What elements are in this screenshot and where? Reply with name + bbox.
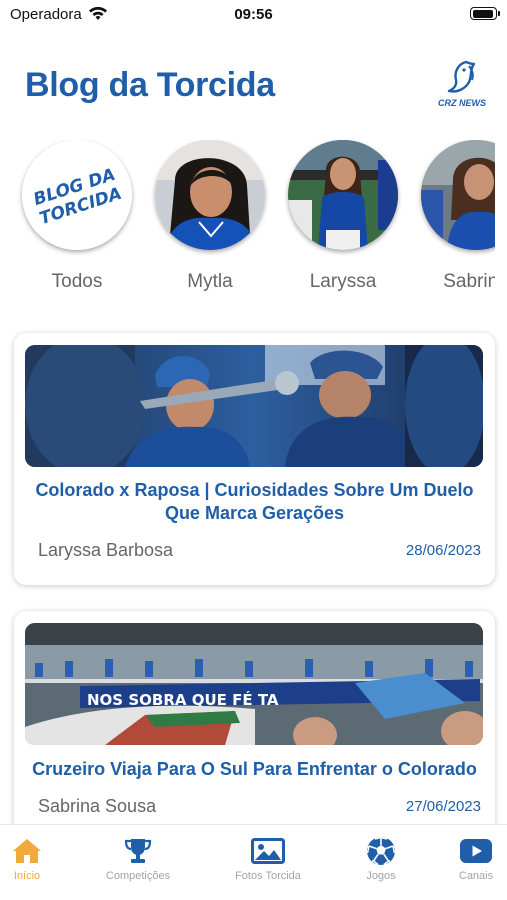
post-author: Sabrina Sousa <box>38 796 157 816</box>
story-sabrina[interactable]: Sabrina <box>420 140 495 293</box>
story-name: Mytla <box>187 271 233 292</box>
avatar <box>288 140 398 250</box>
avatar <box>421 140 495 250</box>
tab-jogos[interactable]: Jogos <box>331 836 431 882</box>
battery-icon <box>470 7 500 20</box>
photo-icon <box>251 838 285 864</box>
post-card[interactable]: NOS SOBRA QUE FÉ TA Cruzeiro Viaja Para … <box>14 611 495 841</box>
tab-label: Jogos <box>366 870 396 882</box>
status-time: 09:56 <box>234 6 273 23</box>
status-bar: Operadora 09:56 <box>0 0 507 28</box>
page-title: Blog da Torcida <box>25 66 275 104</box>
post-title[interactable]: Colorado x Raposa | Curiosidades Sobre U… <box>26 479 483 525</box>
home-icon <box>13 839 41 863</box>
story-name: Sabrina <box>443 271 495 292</box>
trophy-icon <box>124 839 152 863</box>
story-laryssa[interactable]: Laryssa <box>287 140 399 293</box>
crz-news-logo[interactable]: CRZ NEWS <box>436 58 488 108</box>
tab-competicoes[interactable]: Competições <box>88 837 188 882</box>
youtube-icon <box>460 839 492 863</box>
tab-inicio[interactable]: Início <box>0 837 77 882</box>
story-mytla[interactable]: Mytla <box>154 140 266 293</box>
post-card[interactable]: Colorado x Raposa | Curiosidades Sobre U… <box>14 333 495 585</box>
tab-canais[interactable]: Canais <box>426 837 507 882</box>
post-title[interactable]: Cruzeiro Viaja Para O Sul Para Enfrentar… <box>26 758 483 781</box>
post-author: Laryssa Barbosa <box>38 540 174 560</box>
tab-label: Fotos Torcida <box>235 870 301 882</box>
story-name: Todos <box>51 271 103 292</box>
post-image[interactable]: NOS SOBRA QUE FÉ TA <box>25 623 483 745</box>
tab-fotos-torcida[interactable]: Fotos Torcida <box>218 837 318 882</box>
soccer-ball-icon <box>366 836 396 866</box>
fox-logo-icon <box>447 60 476 93</box>
logo-text: CRZ NEWS <box>438 98 486 108</box>
story-todos[interactable]: BLOG DA TORCIDA Todos <box>21 140 133 293</box>
blog-da-torcida-avatar: BLOG DA TORCIDA <box>22 140 132 250</box>
post-image[interactable] <box>25 345 483 467</box>
story-name: Laryssa <box>309 271 377 292</box>
tab-bar: Início Competições Fotos Torcida Jogos C… <box>0 824 507 900</box>
avatar <box>155 140 265 250</box>
post-date: 28/06/2023 <box>405 542 481 559</box>
stories-row[interactable]: BLOG DA TORCIDA Todos Mytla Laryssa Sabr… <box>0 140 495 300</box>
tab-label: Competições <box>105 870 171 882</box>
post-date: 27/06/2023 <box>405 798 481 815</box>
tab-label: Canais <box>458 870 494 882</box>
tab-label: Início <box>13 870 41 882</box>
battery-level <box>472 9 494 18</box>
